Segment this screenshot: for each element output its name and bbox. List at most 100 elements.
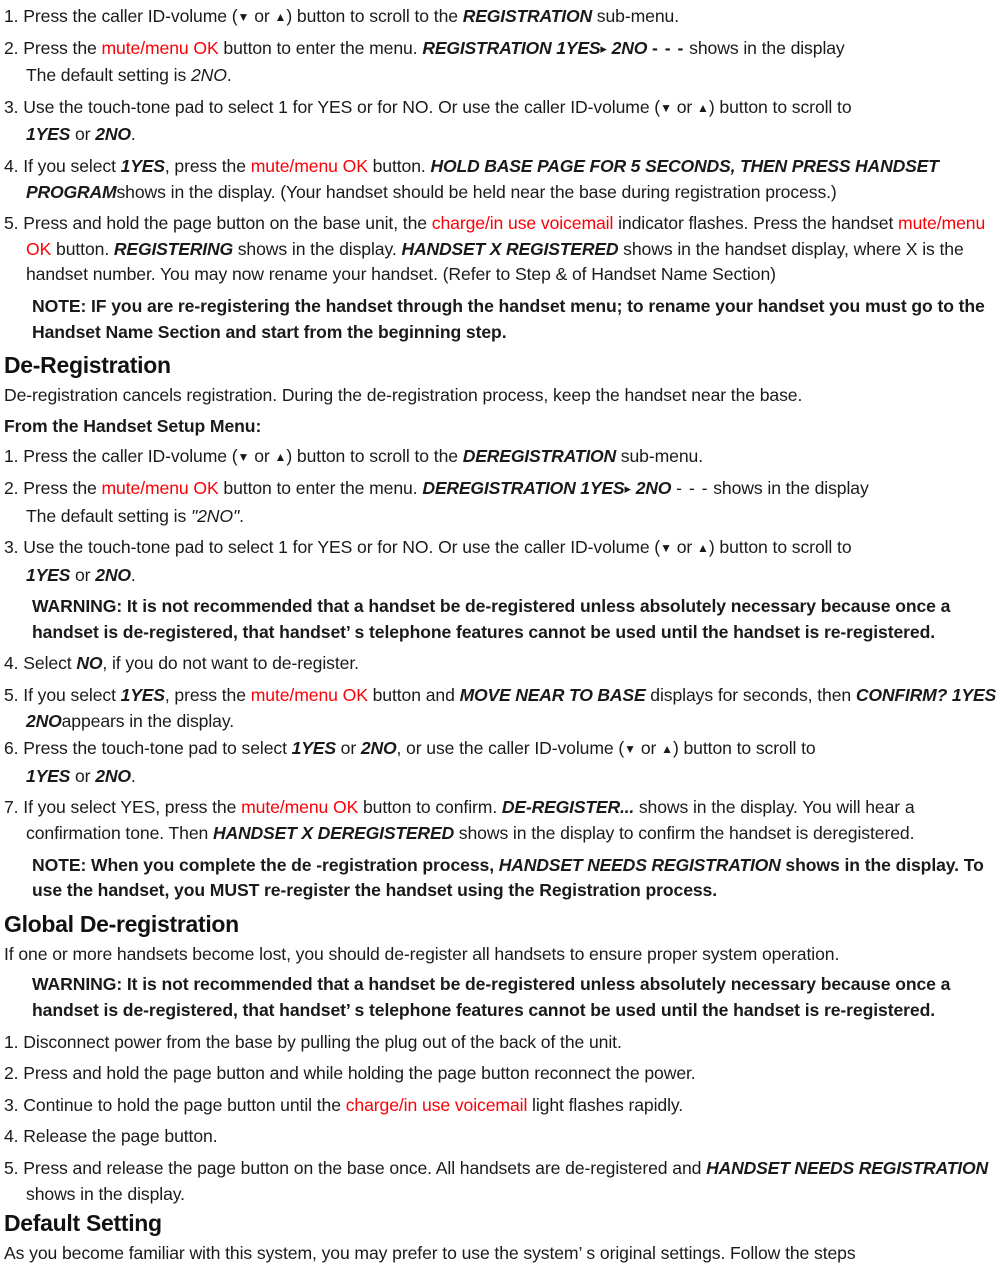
step-number: 5. <box>4 1157 19 1178</box>
up-triangle-icon: ▲ <box>696 100 709 115</box>
display-text-move-near-to-base: MOVE NEAR TO BASE <box>459 685 646 706</box>
step-text: Press the <box>23 37 102 58</box>
display-text-handset-needs-registration: HANDSET NEEDS REGISTRATION <box>498 854 781 875</box>
mute-menu-ok-label: mute/menu OK <box>250 685 368 706</box>
step-text-2: , press the <box>164 155 251 176</box>
step-text: If you select <box>23 155 121 176</box>
step-number: 2. <box>4 477 19 498</box>
step-text: Select <box>23 653 77 674</box>
display-text-2no: 2NO <box>611 37 648 58</box>
deregistration-step-3: 3. Use the touch-tone pad to select 1 fo… <box>4 535 1002 561</box>
step-text: Disconnect power from the base by pullin… <box>23 1031 622 1052</box>
step-number: 6. <box>4 738 19 759</box>
step-text-2: button to enter the menu. <box>218 37 423 58</box>
step-text-3: , or use the caller ID-volume ( <box>396 738 625 759</box>
step-number: 2. <box>4 37 19 58</box>
option-1yes: 1YES <box>26 124 71 145</box>
step-text-2: button to confirm. <box>358 797 502 818</box>
deregistration-step-6: 6. Press the touch-tone pad to select 1Y… <box>4 736 1002 762</box>
step-text-2: or <box>249 446 275 467</box>
option-1yes: 1YES <box>120 155 165 176</box>
step-text-2: light flashes rapidly. <box>527 1094 684 1115</box>
right-triangle-icon: ▸ <box>600 40 607 56</box>
display-text-deregistration-1yes: DEREGISTRATION 1YES <box>422 477 625 498</box>
mute-menu-ok-label: mute/menu OK <box>241 797 359 818</box>
step-text-4: sub-menu. <box>591 6 679 26</box>
registration-step-2-continuation: The default setting is 2NO. <box>4 63 1002 89</box>
registration-step-4: 4. If you select 1YES, press the mute/me… <box>4 154 1002 205</box>
step-text-3: button. <box>51 238 114 259</box>
step-text-2: indicator flashes. Press the handset <box>613 213 899 234</box>
up-triangle-icon: ▲ <box>274 10 287 24</box>
global-step-3: 3. Continue to hold the page button unti… <box>4 1093 1002 1119</box>
up-triangle-icon: ▲ <box>274 450 287 465</box>
step-number: 1. <box>4 6 19 26</box>
cont-end: . <box>130 564 136 585</box>
deregistration-step-3-continuation: 1YES or 2NO. <box>4 563 1002 589</box>
step-text: Press and hold the page button on the ba… <box>23 213 432 234</box>
step-text-4: sub-menu. <box>616 446 704 467</box>
deregistration-step-2-continuation: The default setting is "2NO". <box>4 504 1002 530</box>
global-deregistration-warning: WARNING: It is not recommended that a ha… <box>32 974 951 1020</box>
step-number: 5. <box>4 685 19 706</box>
step-number: 5. <box>4 213 19 234</box>
step-text-4: shows in the display to confirm the hand… <box>453 823 915 844</box>
option-2no: 2NO <box>95 765 131 786</box>
step-number: 4. <box>4 653 19 674</box>
display-text-registering: REGISTERING <box>113 238 233 259</box>
default-setting-value: 2NO <box>190 65 227 86</box>
note-text: NOTE: When you complete the de -registra… <box>32 854 499 875</box>
dash-dots: - - - <box>652 37 685 58</box>
step-number: 1. <box>4 446 19 467</box>
mute-menu-ok-label: mute/menu OK <box>250 155 368 176</box>
step-text: Continue to hold the page button until t… <box>23 1094 346 1115</box>
heading-default-setting: Default Setting <box>4 1210 162 1237</box>
registration-step-1: 1. Press the caller ID-volume (▼ or ▲) b… <box>4 4 1002 30</box>
deregistration-intro: De-registration cancels registration. Du… <box>4 385 803 406</box>
step-text: Press and hold the page button and while… <box>23 1063 696 1084</box>
global-step-2: 2. Press and hold the page button and wh… <box>4 1061 1002 1087</box>
mute-menu-ok-label: mute/menu OK <box>101 477 219 498</box>
option-1yes: 1YES <box>291 738 336 759</box>
document-body: 1. Press the caller ID-volume (▼ or ▲) b… <box>0 0 1008 1267</box>
heading-global-de-registration: Global De-registration <box>4 910 239 937</box>
global-step-4: 4. Release the page button. <box>4 1124 1002 1150</box>
global-step-1: 1. Disconnect power from the base by pul… <box>4 1030 1002 1056</box>
display-text-deregistration: DEREGISTRATION <box>462 446 617 467</box>
option-2no: 2NO <box>95 124 131 145</box>
step-number: 3. <box>4 537 19 558</box>
charge-in-use-voicemail-label: charge/in use voicemail <box>345 1094 528 1115</box>
step-text: If you select <box>23 685 121 706</box>
step-text-5: appears in the display. <box>61 710 235 731</box>
step-text: Press the caller ID-volume ( <box>23 446 238 467</box>
step-text-5: ) button to scroll to <box>672 738 816 759</box>
display-text-de-register: DE-REGISTER... <box>501 797 635 818</box>
step-number: 7. <box>4 797 19 818</box>
step-number: 1. <box>4 1031 19 1052</box>
deregistration-step-2: 2. Press the mute/menu OK button to ente… <box>4 476 1002 502</box>
cont-text-2: . <box>226 65 232 86</box>
option-1yes: 1YES <box>120 685 165 706</box>
cont-text-2: . <box>239 505 244 526</box>
step-number: 3. <box>4 96 19 117</box>
global-deregistration-intro: If one or more handsets become lost, you… <box>4 943 840 964</box>
deregistration-subheading: From the Handset Setup Menu: <box>4 415 262 436</box>
display-text-handset-needs-registration: HANDSET NEEDS REGISTRATION <box>706 1157 988 1178</box>
option-2no: 2NO <box>95 564 131 585</box>
registration-step-5: 5. Press and hold the page button on the… <box>4 211 1002 288</box>
default-setting-value: "2NO" <box>190 505 240 526</box>
registration-note: NOTE: IF you are re-registering the hand… <box>32 295 985 342</box>
global-step-5: 5. Press and release the page button on … <box>4 1156 1002 1207</box>
down-triangle-icon: ▼ <box>237 450 250 465</box>
step-number: 2. <box>4 1063 19 1084</box>
step-text-3: ) button to scroll to the <box>286 6 463 26</box>
deregistration-warning: WARNING: It is not recommended that a ha… <box>32 596 951 642</box>
registration-step-2: 2. Press the mute/menu OK button to ente… <box>4 36 1002 62</box>
display-text-2no: 2NO <box>635 477 672 498</box>
cont-mid: or <box>70 124 96 145</box>
step-text-2: , if you do not want to de-register. <box>102 653 359 674</box>
display-text-registration-1yes: REGISTRATION 1YES <box>422 37 601 58</box>
step-text-4: shows in the display. (Your handset shou… <box>116 181 837 202</box>
step-text: Press and release the page button on the… <box>23 1157 707 1178</box>
default-setting-intro: As you become familiar with this system,… <box>4 1243 856 1264</box>
